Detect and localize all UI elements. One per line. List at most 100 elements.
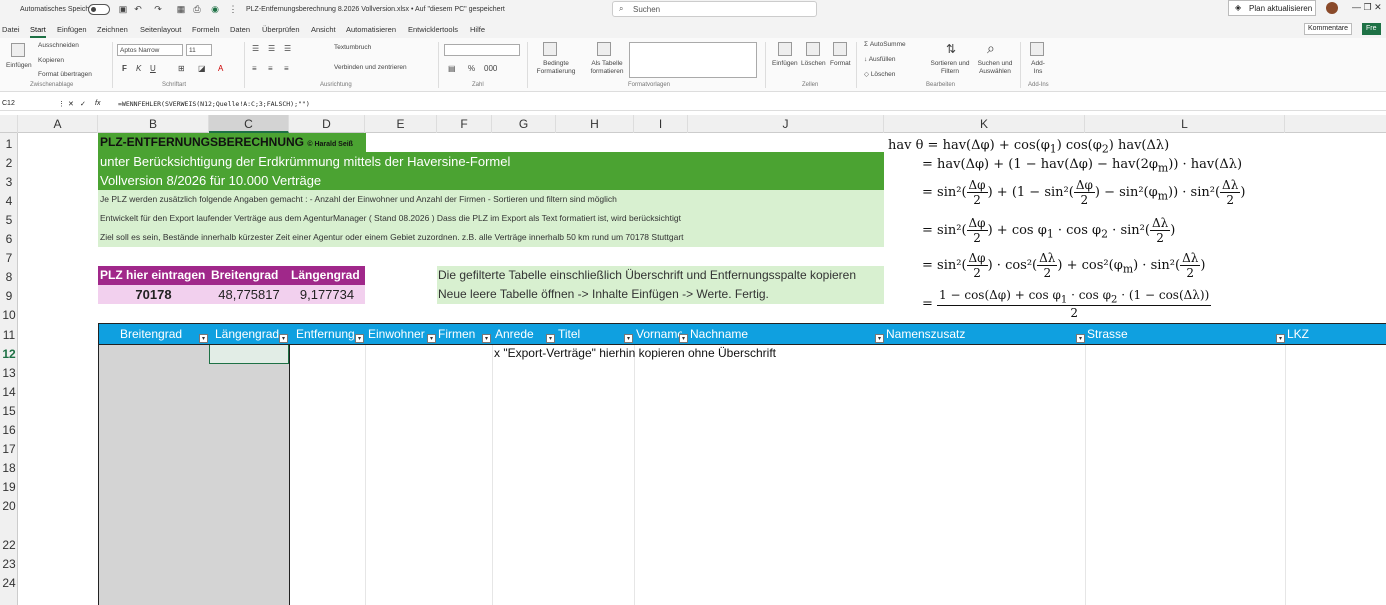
comments-button[interactable]: Kommentare <box>1304 23 1353 35</box>
cell-styles-gallery[interactable] <box>629 42 757 78</box>
active-cell-c12[interactable] <box>209 344 289 364</box>
column-header-m[interactable] <box>1285 115 1386 133</box>
percent-icon[interactable]: % <box>468 64 475 73</box>
formula-input[interactable]: =WENNFEHLER(SVERWEIS(N12;Quelle!A:C;3;FA… <box>118 100 310 108</box>
row-header[interactable]: 8 <box>0 270 18 284</box>
row-header[interactable]: 16 <box>0 423 18 437</box>
insert-cells-button[interactable]: Einfügen <box>772 60 798 67</box>
conditional-format-button[interactable]: Bedingte Formatierung <box>532 60 580 76</box>
row-header[interactable]: 18 <box>0 461 18 475</box>
column-header-b[interactable]: B <box>98 115 209 133</box>
cut-button[interactable]: Ausschneiden <box>38 42 79 49</box>
tab-ueberpruefen[interactable]: Überprüfen <box>262 25 300 34</box>
filter-dropdown-icon[interactable]: ▾ <box>199 334 208 343</box>
addins-button[interactable]: Add-Ins <box>1030 60 1046 76</box>
paste-icon[interactable] <box>11 43 25 57</box>
tab-ansicht[interactable]: Ansicht <box>311 25 336 34</box>
tab-einfuegen[interactable]: Einfügen <box>57 25 87 34</box>
filter-dropdown-icon[interactable]: ▾ <box>679 334 688 343</box>
align-left-icon[interactable]: ≡ <box>252 64 257 73</box>
column-header-g[interactable]: G <box>492 115 556 133</box>
row-header[interactable]: 11 <box>0 328 18 342</box>
align-top-icon[interactable]: ☰ <box>252 44 259 53</box>
row-header-selected[interactable]: 12 <box>0 347 18 361</box>
confirm-icon[interactable]: ✓ <box>80 100 86 108</box>
font-name-dropdown[interactable]: Aptos Narrow <box>117 44 183 56</box>
filter-dropdown-icon[interactable]: ▾ <box>1276 334 1285 343</box>
print-icon[interactable]: ⎙ <box>192 4 202 14</box>
search-box[interactable]: ⌕ Suchen <box>612 1 817 17</box>
fill-color-icon[interactable]: ◪ <box>198 64 206 73</box>
align-bottom-icon[interactable]: ☰ <box>284 44 291 53</box>
row-header[interactable]: 13 <box>0 366 18 380</box>
avatar[interactable] <box>1326 2 1338 14</box>
column-header-e[interactable]: E <box>365 115 437 133</box>
bold-button[interactable]: F <box>122 64 127 73</box>
filter-dropdown-icon[interactable]: ▾ <box>279 334 288 343</box>
addins-icon[interactable] <box>1030 42 1044 56</box>
cancel-icon[interactable]: ✕ <box>68 100 74 108</box>
paste-button[interactable]: Einfügen <box>6 62 32 69</box>
font-color-icon[interactable]: A <box>218 64 223 73</box>
merge-center-button[interactable]: Verbinden und zentrieren <box>334 64 407 71</box>
wrap-text-button[interactable]: Textumbruch <box>334 44 371 51</box>
filter-dropdown-icon[interactable]: ▾ <box>427 334 436 343</box>
column-header-d[interactable]: D <box>289 115 365 133</box>
font-size-dropdown[interactable]: 11 <box>186 44 212 56</box>
row-header[interactable]: 17 <box>0 442 18 456</box>
name-box[interactable]: C12 <box>2 100 15 107</box>
row-header[interactable]: 5 <box>0 213 18 227</box>
filter-dropdown-icon[interactable]: ▾ <box>1076 334 1085 343</box>
currency-icon[interactable]: ▤ <box>448 64 456 73</box>
row-header[interactable]: 2 <box>0 156 18 170</box>
customize-icon[interactable]: ⋮ <box>228 4 238 14</box>
column-header-c[interactable]: C <box>209 115 289 133</box>
row-header[interactable]: 24 <box>0 576 18 590</box>
share-button[interactable]: Fre <box>1362 23 1381 35</box>
tab-daten[interactable]: Daten <box>230 25 250 34</box>
filter-dropdown-icon[interactable]: ▾ <box>355 334 364 343</box>
redo-icon[interactable]: ↷ <box>153 4 163 14</box>
tab-hilfe[interactable]: Hilfe <box>470 25 485 34</box>
column-header-a[interactable]: A <box>18 115 98 133</box>
format-cells-button[interactable]: Format <box>830 60 851 67</box>
column-header-j[interactable]: J <box>688 115 884 133</box>
row-header[interactable]: 3 <box>0 175 18 189</box>
underline-button[interactable]: U <box>150 64 156 73</box>
row-header[interactable]: 14 <box>0 385 18 399</box>
tab-zeichnen[interactable]: Zeichnen <box>97 25 128 34</box>
undo-icon[interactable]: ↶ <box>133 4 143 14</box>
conditional-format-icon[interactable] <box>543 42 557 56</box>
row-header[interactable]: 9 <box>0 289 18 303</box>
align-right-icon[interactable]: ≡ <box>284 64 289 73</box>
border-icon[interactable]: ⊞ <box>178 64 185 73</box>
clear-button[interactable]: ◇ Löschen <box>864 70 895 78</box>
column-header-l[interactable]: L <box>1085 115 1285 133</box>
filter-dropdown-icon[interactable]: ▾ <box>482 334 491 343</box>
select-all-corner[interactable] <box>0 115 18 133</box>
tab-formeln[interactable]: Formeln <box>192 25 220 34</box>
format-painter-button[interactable]: Format übertragen <box>38 71 92 78</box>
row-header[interactable]: 19 <box>0 480 18 494</box>
name-box-dropdown-icon[interactable]: ⋮ <box>58 100 65 108</box>
sort-filter-icon[interactable]: ⇅ <box>946 42 956 56</box>
format-cells-icon[interactable] <box>833 42 847 56</box>
delete-cells-icon[interactable] <box>806 42 820 56</box>
tab-start[interactable]: Start <box>30 25 46 38</box>
sync-icon[interactable]: ◉ <box>210 4 220 14</box>
filter-dropdown-icon[interactable]: ▾ <box>875 334 884 343</box>
row-header[interactable]: 1 <box>0 137 18 151</box>
row-header[interactable]: 10 <box>0 308 18 322</box>
plz-input[interactable]: 70178 <box>98 285 209 304</box>
fill-button[interactable]: ↓ Ausfüllen <box>864 56 895 63</box>
filter-dropdown-icon[interactable]: ▾ <box>624 334 633 343</box>
row-header[interactable]: 15 <box>0 404 18 418</box>
align-center-icon[interactable]: ≡ <box>268 64 273 73</box>
delete-cells-button[interactable]: Löschen <box>801 60 826 67</box>
autosave-toggle[interactable] <box>88 4 110 15</box>
row-header[interactable]: 22 <box>0 538 18 552</box>
insert-cells-icon[interactable] <box>778 42 792 56</box>
row-header[interactable]: 7 <box>0 251 18 265</box>
plan-update-button[interactable]: ◈ Plan aktualisieren <box>1228 0 1316 16</box>
fx-icon[interactable]: fx <box>95 100 100 107</box>
